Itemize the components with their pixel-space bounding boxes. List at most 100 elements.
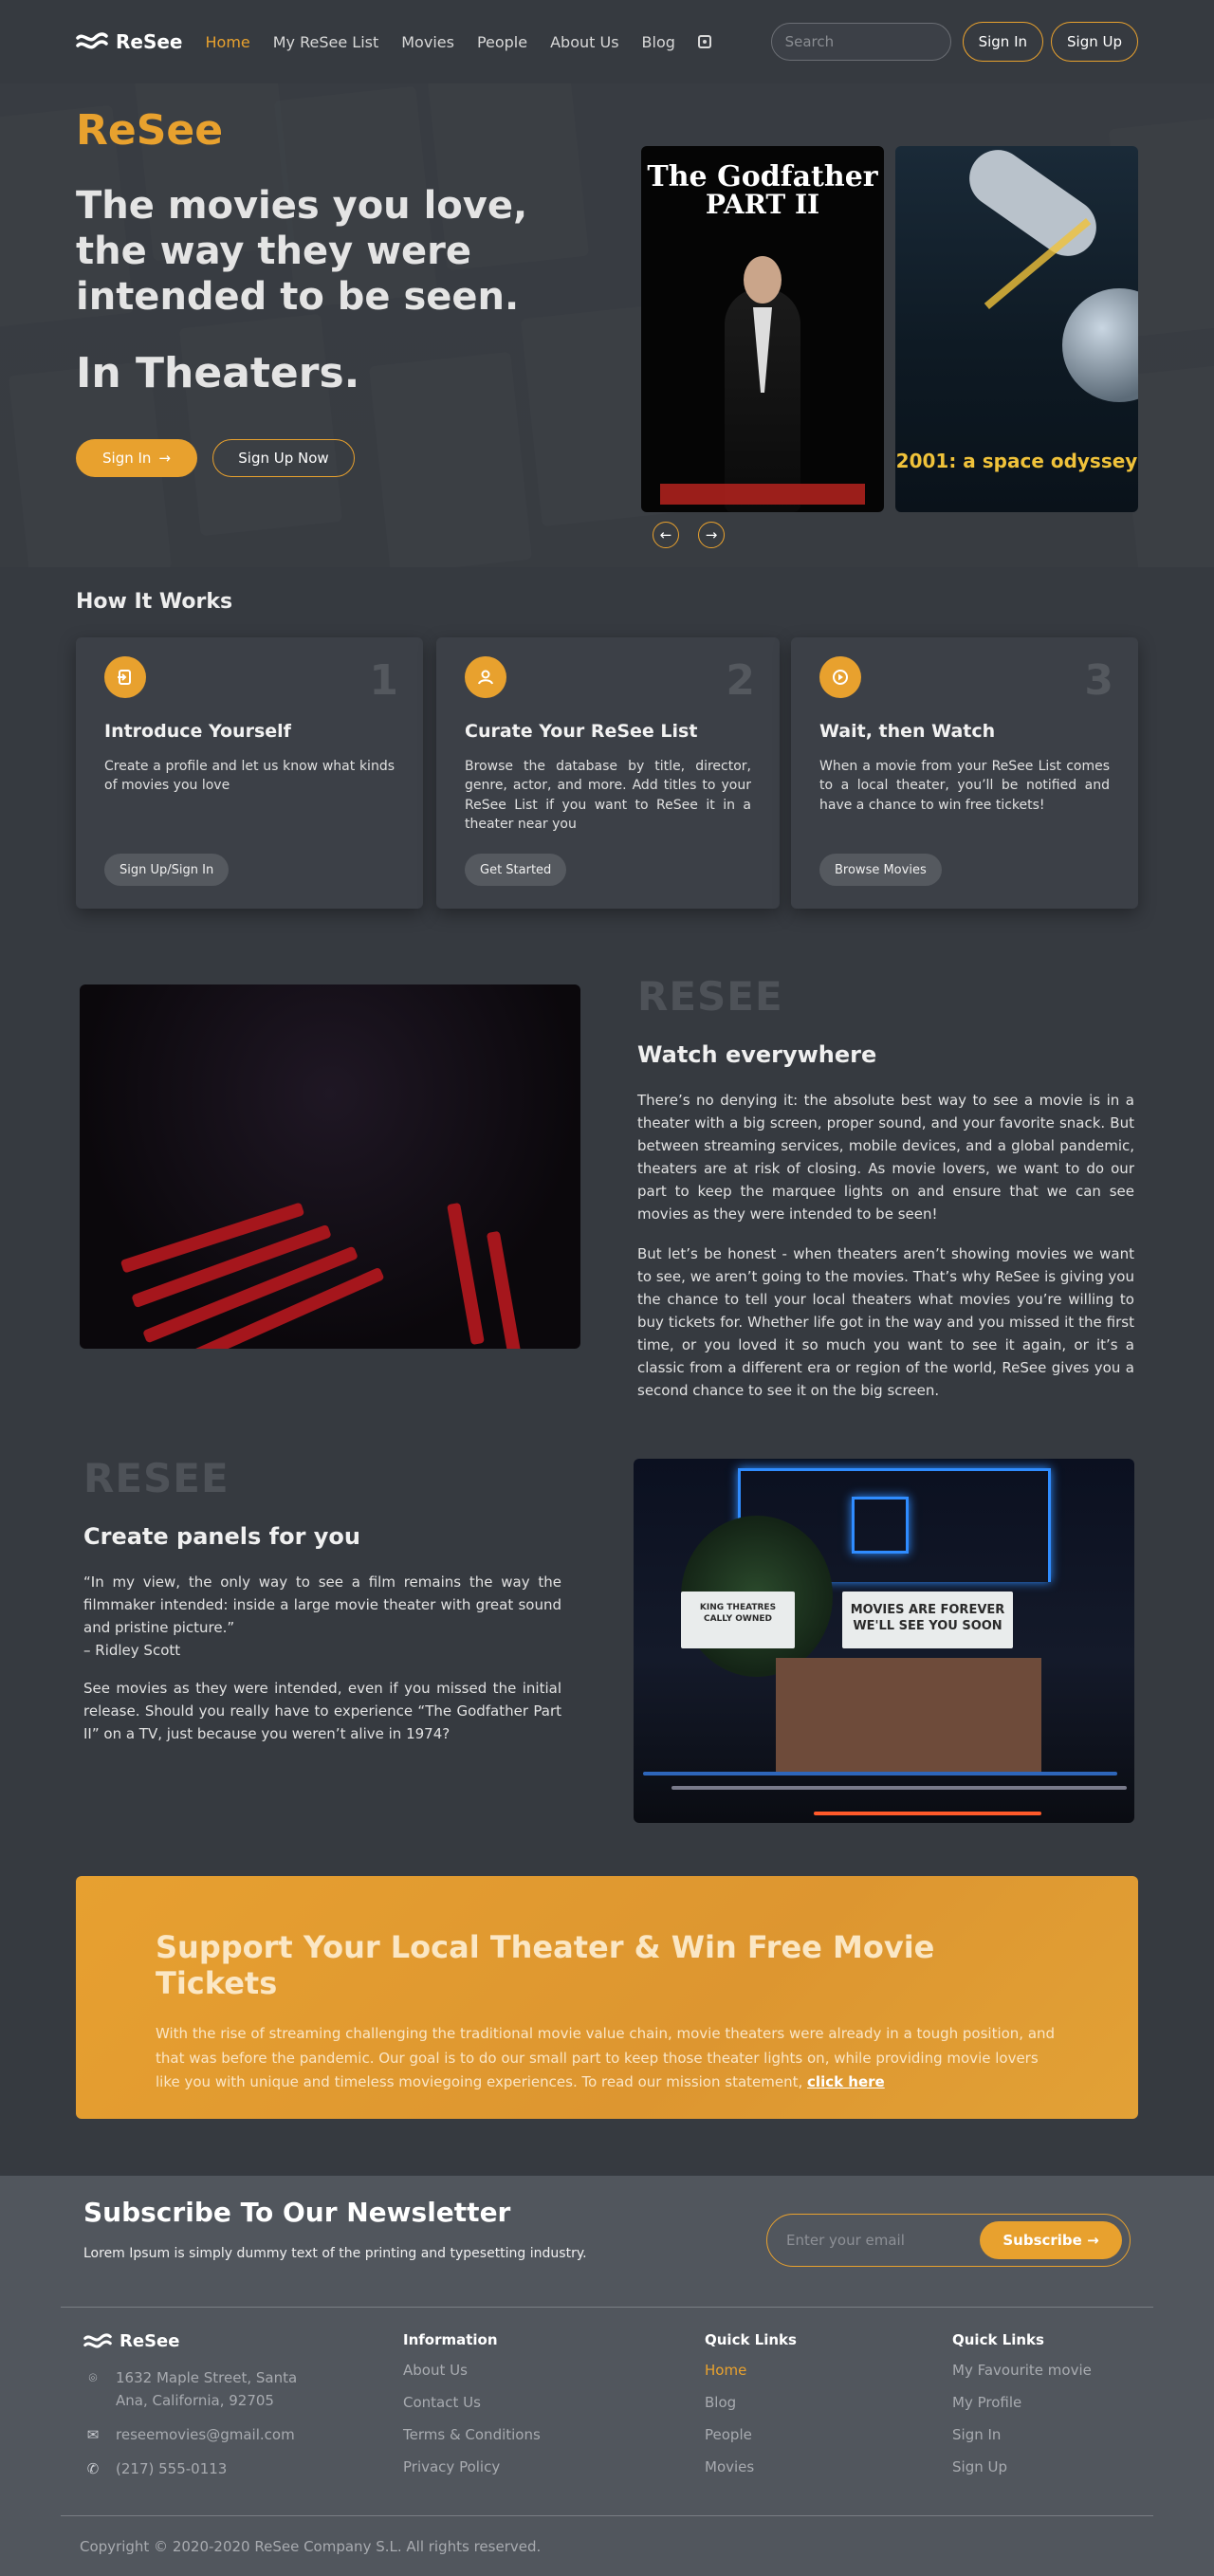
brand-wave-icon	[83, 2332, 112, 2348]
nav-home[interactable]: Home	[206, 33, 250, 51]
watch-everywhere-title: Watch everywhere	[637, 1041, 877, 1068]
side-sign-line-2: CALLY OWNED	[703, 1613, 773, 1624]
sign-in-icon	[104, 656, 146, 698]
hero-sign-in-label: Sign In	[102, 450, 152, 467]
brand-name: ReSee	[116, 30, 183, 53]
side-sign-line-1: KING THEATRES	[699, 1603, 777, 1612]
footer-information-column: Information About Us Contact Us Terms & …	[403, 2331, 541, 2491]
resee-watermark: RESEE	[83, 1455, 230, 1501]
nav-movies[interactable]: Movies	[401, 33, 454, 51]
hero-section: ReSee The movies you love, the way they …	[0, 83, 1214, 567]
nav-blog[interactable]: Blog	[642, 33, 675, 51]
poster-2001-space-odyssey[interactable]: 2001: a space odyssey	[895, 146, 1138, 512]
marquee-line-1: MOVIES ARE FOREVER	[850, 1603, 1005, 1617]
footer-link-people[interactable]: People	[705, 2426, 797, 2443]
footer-link-movies[interactable]: Movies	[705, 2458, 797, 2475]
brand-logo[interactable]: ReSee	[76, 30, 183, 53]
get-started-button[interactable]: Get Started	[465, 854, 567, 886]
email-row: ✉ reseemovies@gmail.com	[83, 2423, 330, 2446]
sign-in-button[interactable]: Sign In	[962, 22, 1043, 62]
watch-paragraph-2: But let’s be honest - when theaters aren…	[637, 1245, 1134, 1399]
newsletter-form: Subscribe →	[766, 2214, 1131, 2267]
address-text: 1632 Maple Street, Santa Ana, California…	[116, 2369, 298, 2409]
phone-row: ✆ (217) 555-0113	[83, 2457, 330, 2480]
marquee-line-2: WE'LL SEE YOU SOON	[853, 1618, 1002, 1633]
newsletter-text: Lorem Ipsum is simply dummy text of the …	[83, 2246, 587, 2261]
subscribe-button[interactable]: Subscribe →	[980, 2221, 1122, 2259]
step-card-2: 2 Curate Your ReSee List Browse the data…	[436, 637, 780, 909]
poster-space-station	[958, 146, 1108, 267]
footer-logo[interactable]: ReSee	[83, 2331, 330, 2351]
footer-account-links-column: Quick Links My Favourite movie My Profil…	[952, 2331, 1092, 2491]
search-input[interactable]	[784, 33, 969, 50]
footer-link-privacy[interactable]: Privacy Policy	[403, 2458, 541, 2475]
step-text: Create a profile and let us know what ki…	[104, 759, 395, 794]
poster-face	[744, 256, 782, 304]
copyright-text: Copyright © 2020-2020 ReSee Company S.L.…	[80, 2538, 542, 2555]
marquee-sign: MOVIES ARE FOREVER WE'LL SEE YOU SOON	[842, 1592, 1013, 1648]
mail-icon: ✉	[86, 2426, 100, 2443]
email-field[interactable]	[786, 2232, 980, 2249]
footer-link-favourite-movie[interactable]: My Favourite movie	[952, 2362, 1092, 2379]
subscribe-label: Subscribe	[1002, 2232, 1082, 2249]
step-number: 1	[369, 656, 398, 705]
play-icon	[819, 656, 861, 698]
mission-statement-link[interactable]: click here	[807, 2073, 885, 2090]
ridley-scott-quote: “In my view, the only way to see a film …	[83, 1571, 561, 1662]
footer-link-sign-up[interactable]: Sign Up	[952, 2458, 1092, 2475]
main-nav: Home My ReSee List Movies People About U…	[206, 33, 711, 51]
footer-link-sign-in[interactable]: Sign In	[952, 2426, 1092, 2443]
brand-wave-icon	[76, 32, 108, 49]
support-theater-banner: Support Your Local Theater & Win Free Mo…	[76, 1876, 1138, 2119]
step-title: Wait, then Watch	[819, 721, 996, 742]
poster-godfather-part-2[interactable]: The Godfather PART II	[641, 146, 884, 512]
step-number: 2	[726, 656, 755, 705]
quote-text: “In my view, the only way to see a film …	[83, 1573, 561, 1636]
carousel-next-button[interactable]: →	[698, 522, 725, 548]
banner-text: With the rise of streaming challenging t…	[156, 2022, 1058, 2095]
phone-text[interactable]: (217) 555-0113	[116, 2457, 227, 2480]
arrow-right-icon: →	[705, 526, 718, 543]
footer-link-about-us[interactable]: About Us	[403, 2362, 541, 2379]
user-icon	[465, 656, 506, 698]
newsletter-title: Subscribe To Our Newsletter	[83, 2197, 511, 2228]
column-title: Quick Links	[952, 2331, 1044, 2348]
footer-brand-name: ReSee	[120, 2331, 180, 2351]
sign-up-button[interactable]: Sign Up	[1051, 22, 1138, 62]
carousel-prev-button[interactable]: ←	[653, 522, 679, 548]
nav-people[interactable]: People	[477, 33, 527, 51]
footer-link-my-profile[interactable]: My Profile	[952, 2394, 1092, 2411]
step-card-3: 3 Wait, then Watch When a movie from you…	[791, 637, 1138, 909]
footer-link-blog[interactable]: Blog	[705, 2394, 797, 2411]
create-panels-title: Create panels for you	[83, 1523, 360, 1550]
sign-up-sign-in-button[interactable]: Sign Up/Sign In	[104, 854, 230, 886]
quote-author: – Ridley Scott	[83, 1642, 181, 1659]
footer-quick-links-column: Quick Links Home Blog People Movies	[705, 2331, 797, 2491]
hero-subtitle: In Theaters.	[76, 349, 360, 397]
email-text[interactable]: reseemovies@gmail.com	[116, 2423, 295, 2446]
step-text: When a movie from your ReSee List comes …	[819, 759, 1110, 813]
watch-paragraph-1: There’s no denying it: the absolute best…	[637, 1092, 1134, 1223]
hero-sign-up-now-button[interactable]: Sign Up Now	[212, 439, 355, 477]
footer-divider	[61, 2515, 1153, 2516]
nav-my-resee-list[interactable]: My ReSee List	[273, 33, 379, 51]
banner-body: With the rise of streaming challenging t…	[156, 2025, 1056, 2090]
search-box	[770, 23, 969, 61]
theater-marquee-image: KING THEATRES CALLY OWNED MOVIES ARE FOR…	[634, 1459, 1134, 1823]
camera-icon[interactable]	[697, 35, 711, 48]
footer-link-terms[interactable]: Terms & Conditions	[403, 2426, 541, 2443]
side-sign: KING THEATRES CALLY OWNED	[681, 1592, 795, 1648]
browse-movies-button[interactable]: Browse Movies	[819, 854, 942, 886]
address-row: ⌾ 1632 Maple Street, Santa Ana, Californ…	[83, 2366, 330, 2412]
theater-seats-image	[80, 984, 580, 1349]
poster-title-sub: PART II	[705, 189, 820, 220]
footer-link-contact-us[interactable]: Contact Us	[403, 2394, 541, 2411]
step-text: Browse the database by title, director, …	[465, 759, 751, 832]
hero-sign-in-button[interactable]: Sign In →	[76, 439, 197, 477]
footer-link-home[interactable]: Home	[705, 2362, 797, 2379]
step-number: 3	[1084, 656, 1113, 705]
arrow-left-icon: ←	[659, 526, 672, 543]
poster-red-band	[660, 484, 865, 505]
nav-about-us[interactable]: About Us	[550, 33, 618, 51]
poster-planet	[1062, 288, 1138, 402]
